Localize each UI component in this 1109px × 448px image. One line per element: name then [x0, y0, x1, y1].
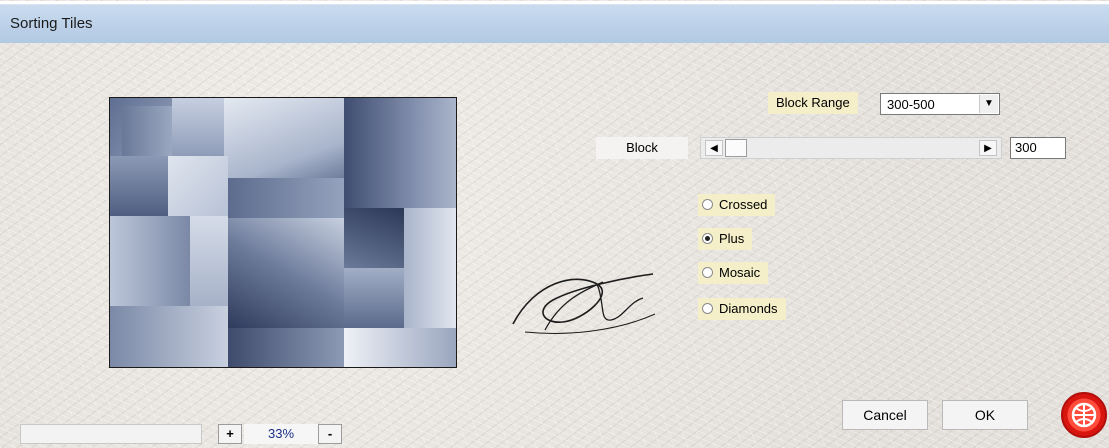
radio-label: Crossed — [719, 197, 768, 212]
status-bar — [20, 424, 202, 444]
block-range-label: Block Range — [768, 92, 858, 114]
block-label: Block — [596, 137, 688, 159]
radio-mosaic[interactable]: Mosaic — [698, 262, 769, 284]
preview-tile — [344, 268, 404, 328]
radio-plus[interactable]: Plus — [698, 228, 753, 250]
top-border-line — [0, 1, 1109, 4]
preview-tile — [344, 328, 456, 367]
signature-logo — [512, 273, 656, 334]
radio-button-icon[interactable] — [702, 303, 713, 314]
radio-label: Mosaic — [719, 265, 761, 280]
ok-button[interactable]: OK — [942, 400, 1028, 430]
globe-icon — [1071, 402, 1097, 428]
preview-tile — [110, 306, 228, 367]
arrow-left-icon[interactable]: ◀ — [705, 140, 723, 156]
preview-image — [109, 97, 457, 368]
zoom-in-button[interactable]: + — [218, 424, 242, 444]
title-bar: Sorting Tiles — [0, 1, 1109, 43]
block-slider[interactable]: ◀ ▶ — [700, 137, 1002, 159]
block-range-value: 300-500 — [887, 97, 935, 112]
zoom-out-button[interactable]: - — [318, 424, 342, 444]
preview-tile — [224, 98, 344, 178]
preview-tile — [344, 208, 404, 268]
preview-tile — [404, 208, 456, 328]
radio-diamonds[interactable]: Diamonds — [698, 298, 786, 320]
plugin-logo-icon[interactable] — [1061, 392, 1107, 438]
radio-button-selected-icon[interactable] — [702, 233, 713, 244]
arrow-right-icon[interactable]: ▶ — [979, 140, 997, 156]
radio-label: Plus — [719, 231, 745, 246]
preview-tile — [168, 156, 228, 216]
radio-button-icon[interactable] — [702, 267, 713, 278]
zoom-level: 33% — [244, 424, 318, 444]
preview-tile — [228, 328, 344, 367]
cancel-button[interactable]: Cancel — [842, 400, 928, 430]
block-value-field[interactable]: 300 — [1010, 137, 1066, 159]
preview-tile — [110, 156, 170, 216]
chevron-down-icon[interactable]: ▼ — [979, 95, 998, 113]
radio-crossed[interactable]: Crossed — [698, 194, 776, 216]
window-title: Sorting Tiles — [10, 15, 93, 32]
preview-tile — [228, 178, 344, 218]
preview-tile — [228, 218, 344, 328]
preview-tile — [110, 216, 190, 306]
radio-label: Diamonds — [719, 301, 778, 316]
radio-button-icon[interactable] — [702, 199, 713, 210]
preview-tile — [344, 98, 456, 208]
preview-tile — [172, 98, 224, 156]
slider-thumb[interactable] — [725, 139, 747, 157]
block-range-dropdown[interactable]: 300-500 ▼ — [880, 93, 1000, 115]
